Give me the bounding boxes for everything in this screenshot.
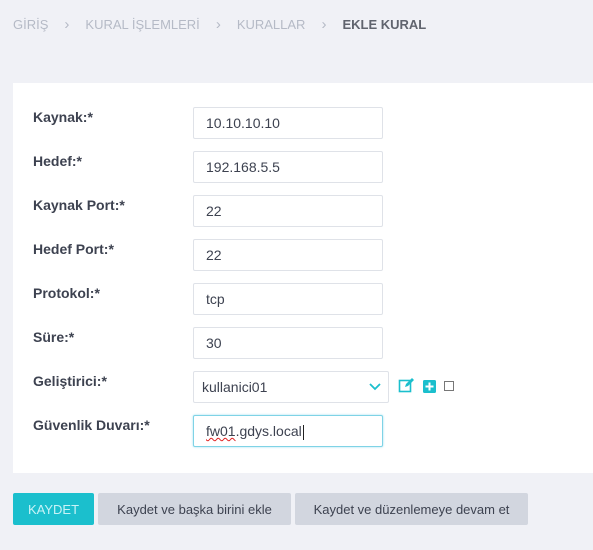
- source-port-row: Kaynak Port:* 22: [13, 195, 593, 227]
- save-button[interactable]: KAYDET: [13, 493, 94, 525]
- save-and-add-another-button[interactable]: Kaydet ve başka birini ekle: [98, 493, 291, 525]
- protocol-label: Protokol:*: [33, 285, 100, 301]
- source-label: Kaynak:*: [33, 109, 93, 125]
- developer-row: Geliştirici:* kullanici01: [13, 371, 593, 403]
- firewall-value-rest: .gdys.local: [235, 423, 302, 439]
- destination-row: Hedef:* 192.168.5.5: [13, 151, 593, 183]
- destination-port-input[interactable]: 22: [193, 239, 383, 271]
- duration-row: Süre:* 30: [13, 327, 593, 359]
- breadcrumb-home[interactable]: GİRİŞ: [13, 17, 48, 32]
- duration-input[interactable]: 30: [193, 327, 383, 359]
- text-caret: [302, 424, 304, 440]
- developer-checkbox[interactable]: [444, 381, 454, 391]
- firewall-input[interactable]: fw01.gdys.local: [193, 415, 383, 447]
- breadcrumb: GİRİŞ › KURAL İŞLEMLERİ › KURALLAR › EKL…: [13, 17, 426, 32]
- destination-label: Hedef:*: [33, 153, 83, 169]
- save-and-continue-editing-button[interactable]: Kaydet ve düzenlemeye devam et: [295, 493, 528, 525]
- protocol-input[interactable]: tcp: [193, 283, 383, 315]
- chevron-right-icon: ›: [215, 16, 221, 33]
- developer-label: Geliştirici:*: [33, 373, 107, 389]
- firewall-row: Güvenlik Duvarı:* fw01.gdys.local: [13, 415, 593, 447]
- developer-select[interactable]: kullanici01: [193, 371, 389, 403]
- chevron-down-icon: [369, 383, 381, 391]
- firewall-label: Güvenlik Duvarı:*: [33, 417, 150, 433]
- developer-selected-value: kullanici01: [202, 379, 268, 395]
- chevron-right-icon: ›: [321, 16, 327, 33]
- breadcrumb-rule-operations[interactable]: KURAL İŞLEMLERİ: [85, 17, 199, 32]
- source-row: Kaynak:* 10.10.10.10: [13, 107, 593, 139]
- source-input[interactable]: 10.10.10.10: [193, 107, 383, 139]
- source-port-input[interactable]: 22: [193, 195, 383, 227]
- edit-icon[interactable]: [398, 377, 415, 394]
- firewall-value-misspelled: fw01: [206, 423, 236, 439]
- destination-port-row: Hedef Port:* 22: [13, 239, 593, 271]
- rule-form-card: Kaynak:* 10.10.10.10 Hedef:* 192.168.5.5…: [13, 83, 593, 473]
- chevron-right-icon: ›: [64, 16, 70, 33]
- source-port-label: Kaynak Port:*: [33, 197, 125, 213]
- destination-port-label: Hedef Port:*: [33, 241, 114, 257]
- destination-input[interactable]: 192.168.5.5: [193, 151, 383, 183]
- protocol-row: Protokol:* tcp: [13, 283, 593, 315]
- breadcrumb-current: EKLE KURAL: [342, 17, 427, 32]
- add-icon[interactable]: [423, 380, 436, 393]
- duration-label: Süre:*: [33, 329, 75, 345]
- breadcrumb-rules[interactable]: KURALLAR: [237, 17, 306, 32]
